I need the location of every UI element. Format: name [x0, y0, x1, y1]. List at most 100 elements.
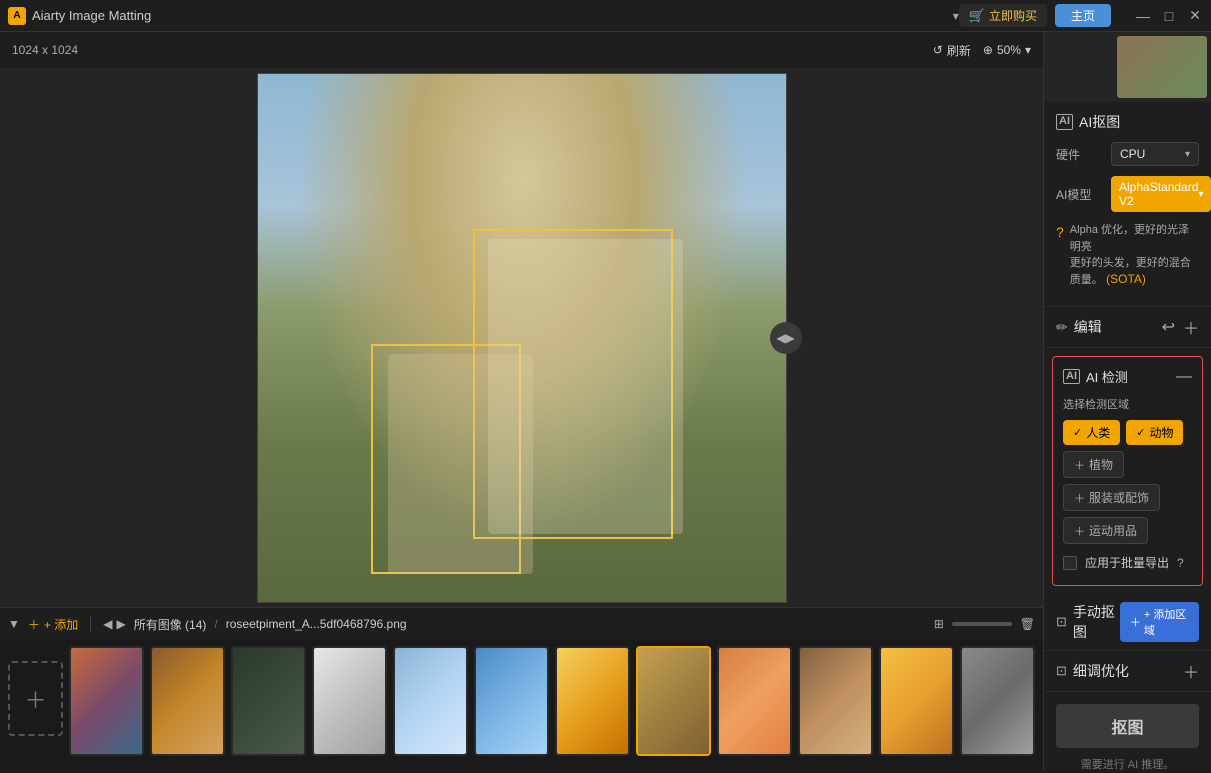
add-icon: ＋ — [28, 616, 40, 633]
batch-help-icon[interactable]: ? — [1177, 556, 1184, 570]
buy-button[interactable]: 🛒 立即购买 — [959, 4, 1047, 27]
ai-detection-panel: AI AI 检测 — 选择检测区域 ✓ 人类 ✓ 动物 ＋ 植物 — [1052, 356, 1203, 586]
matting-button[interactable]: 抠图 — [1056, 704, 1199, 748]
edit-icon: ✏ — [1056, 319, 1068, 336]
hardware-field-row: 硬件 CPU ▾ — [1056, 142, 1199, 166]
nav-prev-icon[interactable]: ◀ — [103, 617, 112, 631]
audio-toggle-button[interactable]: ◀▶ — [770, 322, 802, 354]
thumbnail-10[interactable] — [798, 646, 873, 756]
filmstrip-header: ▼ ＋ + 添加 ◀ ▶ 所有图像 (14) / roseetpiment_A.… — [0, 608, 1043, 640]
home-button[interactable]: 主页 — [1055, 4, 1111, 27]
check-icon: ✓ — [1073, 426, 1082, 439]
delete-button[interactable]: 🗑 — [1020, 617, 1035, 631]
detect-tag-plant[interactable]: ＋ 植物 — [1063, 451, 1124, 478]
thumbnail-11[interactable] — [879, 646, 954, 756]
model-value: AlphaStandard V2 — [1119, 180, 1198, 208]
fine-opt-title: 细调优化 — [1073, 661, 1129, 681]
maximize-button[interactable]: □ — [1161, 8, 1177, 24]
edit-left: ✏ 编辑 — [1056, 317, 1102, 337]
matting-action-area: 抠图 需要进行 AI 推理。 开始 — [1044, 692, 1211, 772]
filmstrip-all-images[interactable]: 所有图像 (14) — [134, 616, 207, 633]
add-thumbnail-button[interactable]: ＋ — [8, 661, 63, 736]
batch-export-label: 应用于批量导出 — [1085, 554, 1169, 571]
undo-button[interactable]: ↩ — [1162, 317, 1175, 337]
current-filename: roseetpiment_A...5df0468796.png — [226, 617, 407, 631]
filmstrip-area: ▼ ＋ + 添加 ◀ ▶ 所有图像 (14) / roseetpiment_A.… — [0, 607, 1043, 772]
manual-matting-title: 手动抠图 — [1073, 602, 1120, 642]
detect-region-label: 选择检测区域 — [1063, 396, 1192, 412]
model-select[interactable]: AlphaStandard V2 ▾ — [1111, 176, 1211, 212]
minimize-button[interactable]: — — [1135, 8, 1151, 24]
zoom-control[interactable]: ⊕ 50% ▾ — [983, 43, 1031, 57]
detect-tag-sports[interactable]: ＋ 运动用品 — [1063, 517, 1148, 544]
tag-clothing-label: 服装或配饰 — [1089, 489, 1149, 506]
filmstrip-thumbnails: ＋ — [0, 640, 1043, 773]
thumbnail-4[interactable] — [312, 646, 387, 756]
hardware-dropdown-icon: ▾ — [1185, 149, 1190, 160]
filmstrip-collapse-button[interactable]: ▼ — [8, 617, 20, 631]
fine-opt-icon: ⊡ — [1056, 663, 1067, 679]
speaker-icon: ◀▶ — [776, 331, 794, 345]
fine-left: ⊡ 细调优化 — [1056, 661, 1129, 681]
edit-controls: ↩ ＋ — [1162, 315, 1199, 339]
thumbnail-3[interactable] — [231, 646, 306, 756]
thumbnail-12[interactable] — [960, 646, 1035, 756]
sota-badge: (SOTA) — [1106, 272, 1146, 286]
batch-export-row: 应用于批量导出 ? — [1063, 554, 1192, 571]
add-image-button[interactable]: ＋ + 添加 — [28, 616, 78, 633]
model-dropdown-icon: ▾ — [1198, 189, 1203, 200]
add-edit-button[interactable]: ＋ — [1183, 315, 1199, 339]
zoom-icon: ⊕ — [983, 43, 993, 57]
thumbnail-1[interactable] — [69, 646, 144, 756]
add-region-button[interactable]: ＋ + 添加区域 — [1120, 602, 1199, 642]
tag-plant-label: 植物 — [1089, 456, 1113, 473]
close-button[interactable]: ✕ — [1187, 8, 1203, 24]
detect-tag-animal[interactable]: ✓ 动物 — [1126, 420, 1183, 445]
thumbnail-7[interactable] — [555, 646, 630, 756]
fine-opt-add-button[interactable]: ＋ — [1183, 659, 1199, 683]
ai-detect-title-group: AI AI 检测 — [1063, 367, 1128, 386]
image-background — [258, 74, 786, 602]
ai-detect-collapse-button[interactable]: — — [1176, 368, 1192, 386]
manual-left: ⊡ 手动抠图 — [1056, 602, 1120, 642]
nav-next-icon[interactable]: ▶ — [116, 617, 125, 631]
detect-tags: ✓ 人类 ✓ 动物 ＋ 植物 ＋ 服装或配饰 ＋ 运动用品 — [1063, 420, 1192, 544]
batch-export-checkbox[interactable] — [1063, 556, 1077, 570]
thumbnail-6[interactable] — [474, 646, 549, 756]
grid-view-icon[interactable]: ⊞ — [934, 617, 944, 631]
right-preview — [1044, 32, 1211, 102]
ai-matting-icon: AI — [1056, 114, 1073, 129]
edit-title: 编辑 — [1074, 317, 1102, 337]
window-controls: — □ ✕ — [1135, 8, 1203, 24]
plus-icon: ＋ — [1074, 457, 1085, 473]
canvas-image: ◀▶ — [257, 73, 787, 603]
right-panel: AI AI抠图 硬件 CPU ▾ AI模型 AlphaStandard V2 ▾ — [1043, 32, 1211, 772]
thumbnail-2[interactable] — [150, 646, 225, 756]
thumbnail-5[interactable] — [393, 646, 468, 756]
fine-optimization-panel: ⊡ 细调优化 ＋ — [1044, 651, 1211, 692]
filmstrip-nav: ◀ ▶ — [103, 617, 125, 631]
filmstrip-slider[interactable] — [952, 622, 1012, 626]
detect-tag-clothing[interactable]: ＋ 服装或配饰 — [1063, 484, 1160, 511]
tag-sports-label: 运动用品 — [1089, 522, 1137, 539]
canvas-container[interactable]: ◀▶ — [0, 68, 1043, 607]
ai-matting-section: AI AI抠图 硬件 CPU ▾ AI模型 AlphaStandard V2 ▾ — [1044, 102, 1211, 307]
filmstrip-separator: / — [214, 617, 217, 631]
ai-matting-title: AI抠图 — [1079, 112, 1120, 132]
app-title: Aiarty Image Matting — [32, 8, 949, 23]
detect-tag-human[interactable]: ✓ 人类 — [1063, 420, 1120, 445]
hardware-select[interactable]: CPU ▾ — [1111, 142, 1199, 166]
ai-hint-text: 需要进行 AI 推理。 — [1056, 756, 1199, 772]
filmstrip-controls-right: ⊞ 🗑 — [934, 617, 1035, 631]
ai-detect-header: AI AI 检测 — — [1063, 367, 1192, 386]
refresh-button[interactable]: ↺ 刷新 — [933, 42, 971, 59]
thumbnail-8-active[interactable] — [636, 646, 711, 756]
manual-matting-panel: ⊡ 手动抠图 ＋ + 添加区域 — [1044, 594, 1211, 651]
plus-icon-2: ＋ — [1074, 490, 1085, 506]
ai-detect-icon: AI — [1063, 369, 1080, 384]
canvas-area: 1024 x 1024 ↺ 刷新 ⊕ 50% ▾ — [0, 32, 1043, 772]
thumbnail-9[interactable] — [717, 646, 792, 756]
manual-matting-icon: ⊡ — [1056, 614, 1067, 630]
refresh-icon: ↺ — [933, 43, 943, 57]
model-info-text: Alpha 优化，更好的光泽明亮更好的头发，更好的混合质量。 (SOTA) — [1070, 222, 1199, 288]
